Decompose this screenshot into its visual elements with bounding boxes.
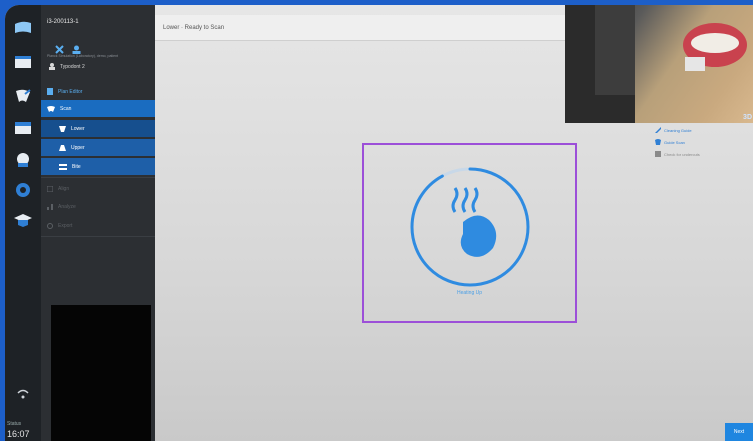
nav-bite-label: Bite (72, 163, 81, 170)
nav-plan-editor-label: Plan Editor (58, 88, 83, 95)
wifi-icon (13, 385, 33, 403)
check-undercuts-label: Check for undercuts (664, 151, 700, 157)
camera-feed: 3D (565, 5, 753, 123)
nav-export-label: Export (58, 222, 73, 229)
person-icon (49, 63, 55, 70)
case-id: i3-200113-1 (47, 19, 79, 25)
upper-jaw-icon (59, 144, 66, 151)
camera-image (565, 5, 747, 123)
case-details: Planck Simulation (Laboratory), demo, pa… (47, 54, 119, 58)
clock: Status 16:07 (7, 419, 30, 439)
guide-scan-label: Guide Scan (664, 139, 685, 145)
check-icon (655, 151, 661, 157)
window-icon[interactable] (13, 119, 33, 137)
scan-icon (47, 106, 55, 112)
app-window: Status 16:07 i3-200113-1 Planck Simulati… (5, 5, 753, 441)
scan-tooth-icon[interactable] (13, 87, 33, 105)
nav-export[interactable]: Export (41, 217, 155, 234)
cleaning-guide-link[interactable]: Cleaning Guide (655, 127, 700, 133)
scanner-status-panel: Heating Up (362, 143, 577, 323)
settings-gear-icon[interactable] (13, 181, 33, 199)
camera-label: 3D (743, 114, 752, 121)
action-list: Cleaning Guide Guide Scan Check for unde… (655, 127, 700, 163)
divider (41, 236, 155, 237)
analyze-icon (47, 203, 53, 210)
nav-lower[interactable]: Lower (41, 120, 155, 137)
nav-align[interactable]: Align (41, 180, 155, 197)
side-panel: i3-200113-1 Planck Simulation (Laborator… (41, 5, 155, 441)
scan-status-text: Lower · Ready to Scan (163, 25, 225, 31)
lower-jaw-icon (59, 125, 66, 132)
align-icon (47, 185, 53, 192)
brush-icon (655, 127, 661, 133)
document-icon (47, 88, 53, 95)
tooth-icon (655, 139, 661, 145)
export-icon (47, 222, 53, 229)
nav-lower-label: Lower (71, 125, 85, 132)
nav-scan-label: Scan (60, 105, 72, 112)
check-undercuts-link[interactable]: Check for undercuts (655, 151, 700, 157)
guide-scan-link[interactable]: Guide Scan (655, 139, 700, 145)
logo-icon (13, 19, 33, 37)
patient-row: Typodont 2 (49, 63, 85, 70)
support-icon[interactable] (13, 151, 33, 169)
nav-upper-label: Upper (71, 144, 85, 151)
education-icon[interactable] (13, 211, 33, 229)
cleaning-guide-label: Cleaning Guide (664, 127, 692, 133)
heating-status-label: Heating Up (456, 290, 482, 296)
scan-preview (51, 305, 151, 441)
nav-bite[interactable]: Bite (41, 158, 155, 175)
nav-analyze[interactable]: Analyze (41, 198, 155, 215)
icon-rail: Status 16:07 (5, 5, 41, 441)
clock-time: 16:07 (7, 429, 30, 439)
status-bar: Lower · Ready to Scan (155, 15, 565, 41)
status-line: Status (7, 421, 22, 427)
next-button[interactable]: Next (725, 423, 753, 441)
heat-scanner-icon (451, 187, 497, 257)
nav-upper[interactable]: Upper (41, 139, 155, 156)
case-list-icon[interactable] (13, 53, 33, 71)
bite-icon (59, 163, 67, 170)
nav-analyze-label: Analyze (58, 203, 76, 210)
nav-scan[interactable]: Scan (41, 100, 155, 117)
divider (41, 177, 155, 178)
main-viewport: Lower · Ready to Scan 3D Cleaning Guide … (155, 5, 753, 441)
patient-name: Typodont 2 (60, 63, 85, 70)
progress-ring-svg (410, 167, 530, 287)
heating-progress-ring (405, 162, 535, 292)
nav-align-label: Align (58, 185, 70, 192)
nav-plan-editor[interactable]: Plan Editor (41, 83, 155, 100)
